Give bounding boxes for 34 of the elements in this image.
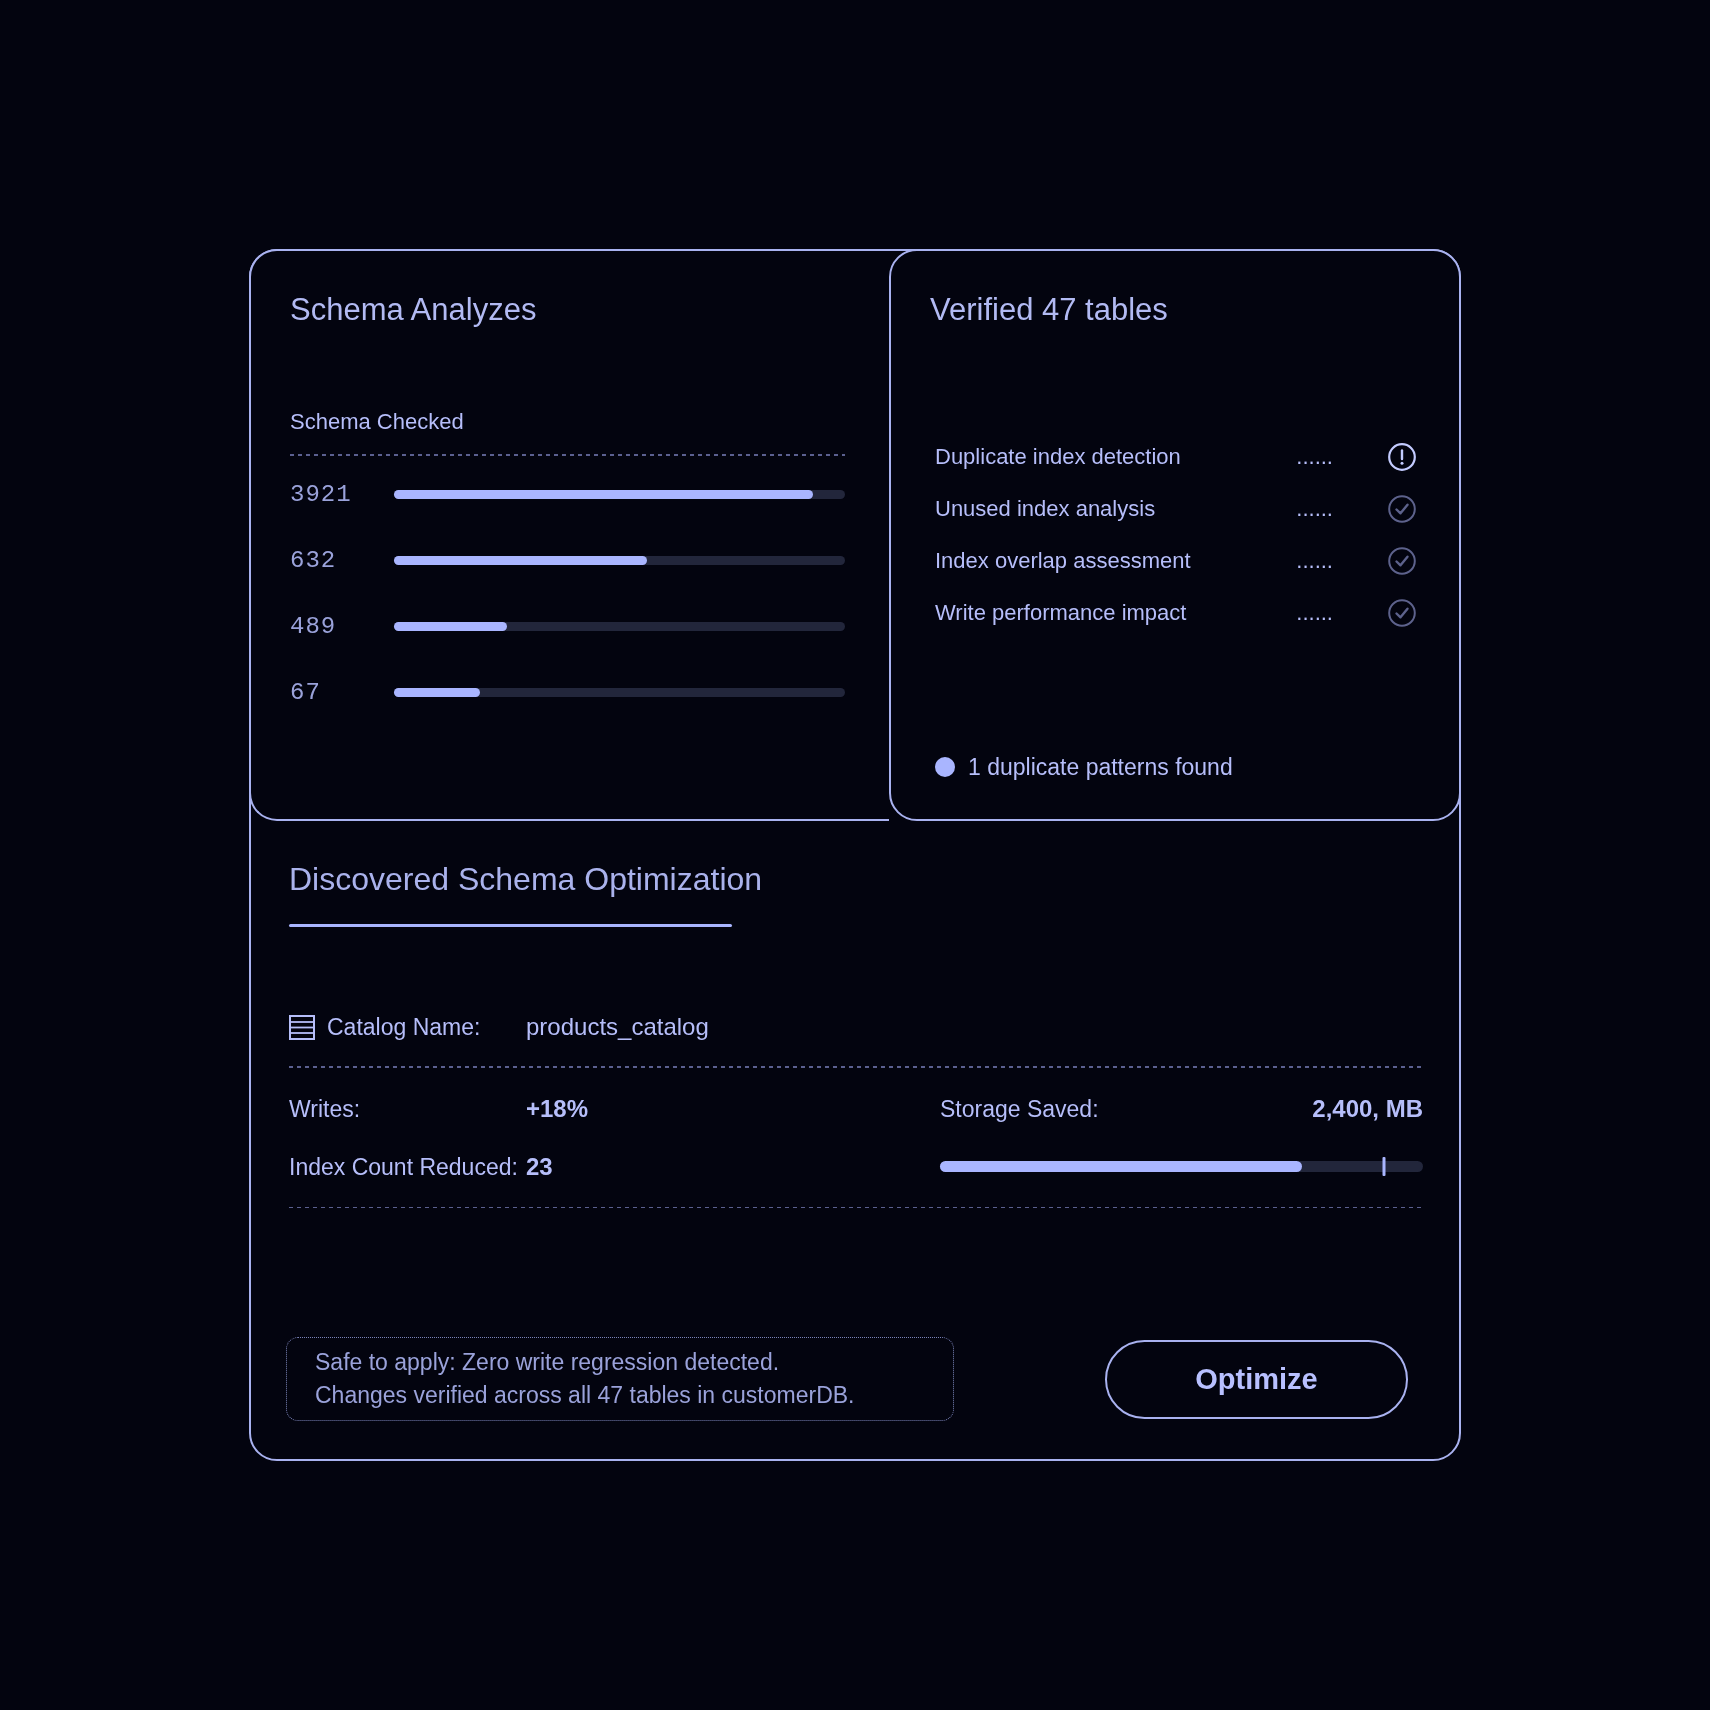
count-value: 632 bbox=[290, 546, 337, 575]
panel-title: Verified 47 tables bbox=[930, 291, 1168, 329]
stat-label: Storage Saved: bbox=[940, 1094, 1099, 1123]
dot-leader: ...... bbox=[1296, 498, 1333, 520]
stat-label: Writes: bbox=[289, 1094, 361, 1123]
stat-value: 23 bbox=[526, 1152, 553, 1181]
optimize-button[interactable]: Optimize bbox=[1105, 1339, 1408, 1419]
catalog-label: Catalog Name: bbox=[327, 1013, 481, 1041]
check-circle-icon bbox=[1388, 547, 1416, 575]
note-text: Changes verified across all 47 tables in customerDB. bbox=[315, 1381, 855, 1410]
dot-leader: ...... bbox=[1296, 602, 1333, 624]
count-value: 67 bbox=[290, 678, 321, 707]
stat-value: 2,400, MB bbox=[1312, 1094, 1423, 1123]
check-label: Duplicate index detection bbox=[935, 443, 1181, 471]
warning-icon bbox=[1388, 443, 1416, 471]
summary-text: 1 duplicate patterns found bbox=[968, 753, 1233, 781]
table-icon bbox=[289, 1014, 315, 1040]
dot-leader: ...... bbox=[1296, 446, 1333, 468]
section-title: Discovered Schema Optimization bbox=[289, 860, 763, 898]
stat-label: Index Count Reduced: bbox=[289, 1152, 518, 1181]
check-circle-icon bbox=[1388, 495, 1416, 523]
note-text: Safe to apply: Zero write regression detected. bbox=[315, 1348, 780, 1377]
catalog-value: products_catalog bbox=[526, 1013, 709, 1041]
panel-title: Schema Analyzes bbox=[290, 291, 537, 329]
count-value: 3921 bbox=[290, 480, 352, 509]
status-dot-icon bbox=[935, 757, 955, 777]
stat-value: +18% bbox=[526, 1094, 589, 1123]
section-label: Schema Checked bbox=[290, 409, 464, 435]
check-label: Unused index analysis bbox=[935, 495, 1156, 523]
check-label: Write performance impact bbox=[935, 599, 1187, 627]
check-circle-icon bbox=[1388, 599, 1416, 627]
dot-leader: ...... bbox=[1296, 550, 1333, 572]
count-value: 489 bbox=[290, 612, 337, 641]
check-label: Index overlap assessment bbox=[935, 547, 1191, 575]
